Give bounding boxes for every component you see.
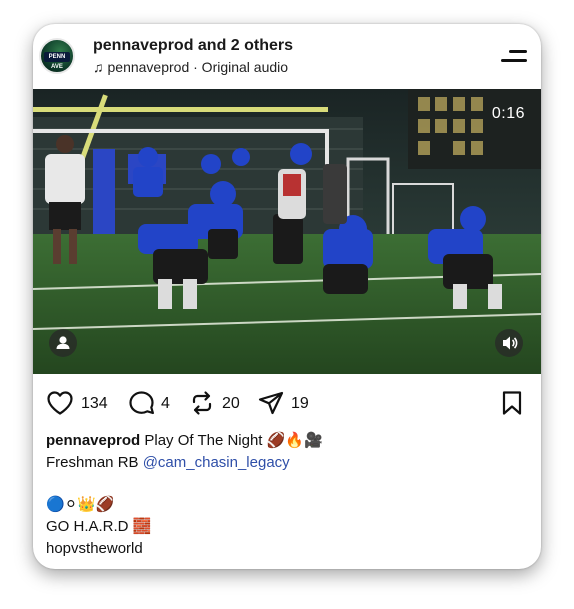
- like-action[interactable]: 134: [46, 390, 126, 416]
- audio-label: pennaveprod · Original audio: [107, 59, 289, 75]
- post-card: PENN AVE pennaveprod and 2 others ♫ penna…: [33, 24, 541, 569]
- avatar-logo-text: PENN AVE: [44, 52, 70, 70]
- caption-line-3: 🔵⚪👑🏈: [46, 496, 115, 513]
- caption-line-2: Freshman RB @cam_chasin_legacy: [46, 452, 526, 474]
- caption-line-4: GO H.A.R.D 🧱: [46, 518, 152, 535]
- menu-icon-top-bar: [509, 50, 527, 53]
- caption-username[interactable]: pennaveprod: [46, 432, 140, 449]
- send-icon: [258, 391, 284, 415]
- like-count: 134: [81, 395, 108, 412]
- caption-line-5: hopvstheworld: [46, 540, 143, 557]
- menu-button[interactable]: [501, 48, 527, 64]
- video-frame: [33, 89, 541, 374]
- comment-count: 4: [161, 395, 170, 412]
- caption-title: Play Of The Night 🏈🔥🎥: [144, 432, 323, 449]
- comment-action[interactable]: 4: [128, 390, 183, 416]
- share-action[interactable]: 19: [257, 390, 317, 416]
- comment-icon: [129, 391, 154, 415]
- audio-attribution[interactable]: ♫ pennaveprod · Original audio: [93, 59, 288, 75]
- post-header: PENN AVE pennaveprod and 2 others ♫ penna…: [33, 24, 541, 88]
- post-author[interactable]: pennaveprod and 2 others: [93, 37, 293, 55]
- repost-action[interactable]: 20: [188, 390, 248, 416]
- speaker-icon: [503, 336, 518, 350]
- mute-button[interactable]: [495, 329, 523, 357]
- menu-icon-bottom-bar: [501, 59, 527, 62]
- share-count: 19: [291, 395, 309, 412]
- caption-mention[interactable]: @cam_chasin_legacy: [143, 454, 290, 471]
- tagged-users-button[interactable]: [49, 329, 77, 357]
- person-icon: [56, 336, 70, 349]
- caption-line-1: pennaveprod Play Of The Night 🏈🔥🎥: [46, 430, 526, 452]
- caption-line-2-prefix: Freshman RB: [46, 454, 143, 471]
- action-bar: 134 4 20 19: [33, 386, 541, 420]
- avatar[interactable]: PENN AVE: [39, 38, 75, 74]
- post-caption: pennaveprod Play Of The Night 🏈🔥🎥 Freshm…: [46, 430, 526, 560]
- save-action[interactable]: [500, 390, 526, 416]
- video-player[interactable]: 0:16: [33, 89, 541, 374]
- video-timer: 0:16: [491, 105, 525, 122]
- music-note-icon: ♫: [93, 59, 104, 75]
- repost-count: 20: [222, 395, 240, 412]
- bookmark-icon: [502, 391, 522, 415]
- heart-icon: [47, 391, 73, 415]
- repost-icon: [192, 391, 212, 415]
